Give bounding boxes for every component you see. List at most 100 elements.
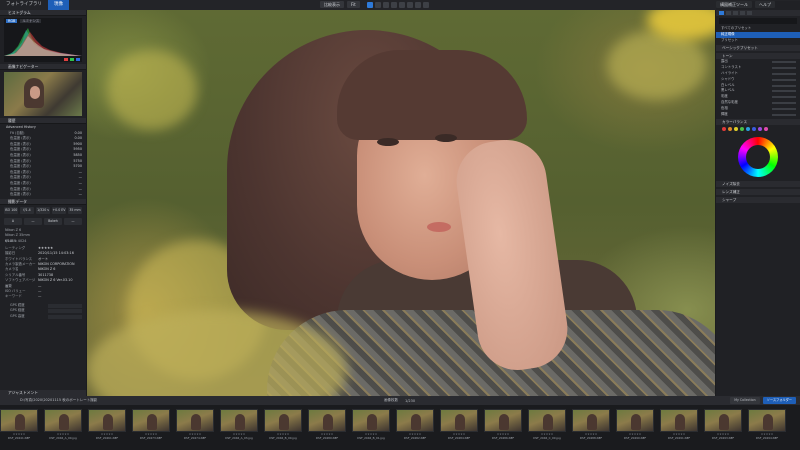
heal-tool-icon[interactable] [398, 1, 405, 8]
tab-library[interactable]: フォトライブラリ [0, 0, 48, 10]
thumbnail-image[interactable] [176, 409, 214, 432]
thumbnail-image[interactable] [704, 409, 742, 432]
thumbnail-image[interactable] [440, 409, 478, 432]
filmstrip-thumbnail[interactable]: ★★★★★ DSF_20484.NEF [440, 409, 478, 450]
thumbnail-image[interactable] [0, 409, 38, 432]
filmstrip-thumbnail[interactable]: ★★★★★ DSF_2046_A_03.jpg [220, 409, 258, 450]
thumbnail-image[interactable] [44, 409, 82, 432]
thumbnail-image[interactable] [88, 409, 126, 432]
slider-track[interactable] [772, 84, 796, 87]
my-collection-button[interactable]: My Collection [730, 397, 760, 404]
color-tab-icon[interactable] [740, 11, 745, 15]
filmstrip-thumbnail[interactable]: ★★★★★ DSF_20493.NEF [704, 409, 742, 450]
filmstrip-thumbnail[interactable]: ★★★★★ DSF_20490.NEF [616, 409, 654, 450]
lens-correction-header[interactable]: レンズ補正 [716, 189, 800, 196]
color-swatch[interactable] [734, 127, 738, 132]
filmstrip-thumbnail[interactable]: ★★★★★ DSF_20441.NEF [0, 409, 38, 450]
color-wheel[interactable] [738, 137, 778, 178]
filmstrip-thumbnail[interactable]: ★★★★★ DSF_20488.NEF [572, 409, 610, 450]
main-photo-canvas[interactable] [87, 10, 715, 396]
tab-edit[interactable]: 現像 [48, 0, 69, 10]
filmstrip-thumbnail[interactable]: ★★★★★ DSF_20461.NEF [88, 409, 126, 450]
navigator-header[interactable]: 画像ナビゲーター [0, 64, 86, 70]
color-swatch[interactable] [722, 127, 726, 132]
history-list: Advanced History Fit (自動) 0.00 色温度 (表示) 0.0… [0, 124, 86, 199]
noise-header[interactable]: ノイズ除去 [716, 181, 800, 188]
basic-presets-header[interactable]: ベーシックプリセット [716, 45, 800, 52]
preset-search-input[interactable] [719, 18, 797, 24]
slider-track[interactable] [772, 72, 796, 75]
adjust-slider-row[interactable]: 輝度 [716, 112, 800, 118]
color-swatch[interactable] [758, 127, 762, 132]
color-swatch[interactable] [752, 127, 756, 132]
rotate-icon[interactable] [422, 1, 429, 8]
histogram-mode-luminance[interactable]: ルミナンス [20, 19, 42, 23]
red-channel-toggle[interactable] [64, 58, 68, 61]
thumbnail-image[interactable] [308, 409, 346, 432]
presets-tab-icon[interactable] [719, 11, 724, 15]
preset-item[interactable]: プリセット [716, 38, 800, 44]
crop-tool-icon[interactable] [374, 1, 381, 8]
geometry-button[interactable]: 構図補正ツール [716, 1, 752, 8]
thumbnail-image[interactable] [396, 409, 434, 432]
color-swatch[interactable] [740, 127, 744, 132]
slider-track[interactable] [772, 61, 796, 64]
help-button[interactable]: ヘルプ [755, 1, 775, 8]
filmstrip-thumbnail[interactable]: ★★★★★ DSF_20480.NEF [308, 409, 346, 450]
slider-track[interactable] [772, 107, 796, 110]
mode-summary: A — Bokeh — [0, 216, 86, 227]
zoom-select[interactable]: Fit [347, 1, 360, 8]
navigator-thumbnail[interactable] [4, 72, 82, 116]
filmstrip-thumbnail[interactable]: ★★★★★ DSF_2046_B_00.jpg [264, 409, 302, 450]
gps-field[interactable] [48, 303, 82, 308]
compare-button[interactable]: 比較表示 [320, 1, 344, 8]
history-item[interactable]: 色温度 (表示) — [4, 192, 82, 198]
thumbnail-image[interactable] [132, 409, 170, 432]
slider-track[interactable] [772, 113, 796, 116]
filmstrip-thumbnail[interactable]: ★★★★★ DSF_20473.NEF [132, 409, 170, 450]
filmstrip-thumbnail[interactable]: ★★★★★ DSF_20491.NEF [660, 409, 698, 450]
detail-tab-icon[interactable] [747, 11, 752, 15]
filmstrip-thumbnail[interactable]: ★★★★★ DSF_2046_A_00.jpg [44, 409, 82, 450]
thumbnail-image[interactable] [528, 409, 566, 432]
brush-tool-icon[interactable] [382, 1, 389, 8]
thumbnail-image[interactable] [616, 409, 654, 432]
thumbnail-image[interactable] [352, 409, 390, 432]
gradient-tool-icon[interactable] [390, 1, 397, 8]
filmstrip-thumbnail[interactable]: ★★★★★ DSF_2046_C_00.jpg [528, 409, 566, 450]
slider-track[interactable] [772, 67, 796, 70]
blue-channel-toggle[interactable] [76, 58, 80, 61]
slider-track[interactable] [772, 78, 796, 81]
mask-tool-icon[interactable] [414, 1, 421, 8]
gps-label: GPS 高度 [10, 313, 25, 318]
slider-track[interactable] [772, 101, 796, 104]
green-channel-toggle[interactable] [70, 58, 74, 61]
thumbnail-image[interactable] [748, 409, 786, 432]
local-tab-icon[interactable] [733, 11, 738, 15]
thumbnail-image[interactable] [572, 409, 610, 432]
histogram-mode-rgb[interactable]: RGB [6, 19, 18, 23]
filmstrip-thumbnail[interactable]: ★★★★★ DSF_2046_B_01.jpg [352, 409, 390, 450]
thumbnail-image[interactable] [660, 409, 698, 432]
filmstrip-thumbnail[interactable]: ★★★★★ DSF_20482.NEF [396, 409, 434, 450]
eyedropper-icon[interactable] [406, 1, 413, 8]
color-swatch[interactable] [746, 127, 750, 132]
color-swatch[interactable] [764, 127, 768, 132]
slider-track[interactable] [772, 90, 796, 93]
thumbnail-image[interactable] [264, 409, 302, 432]
source-folder-button[interactable]: ソースフォルダー [762, 397, 796, 404]
thumbnail-image[interactable] [484, 409, 522, 432]
histogram-header[interactable]: ヒストグラム [0, 10, 86, 16]
filmstrip-thumbnail[interactable]: ★★★★★ DSF_20494.NEF [748, 409, 786, 450]
gps-field[interactable] [48, 314, 82, 319]
filmstrip-thumbnail[interactable]: ★★★★★ DSF_20486.NEF [484, 409, 522, 450]
adjust-tab-icon[interactable] [726, 11, 731, 15]
color-swatch[interactable] [728, 127, 732, 132]
sharpen-header[interactable]: シャープ [716, 197, 800, 204]
slider-track[interactable] [772, 96, 796, 99]
select-tool-icon[interactable] [366, 1, 373, 8]
filmstrip-thumbnail[interactable]: ★★★★★ DSF_20474.NEF [176, 409, 214, 450]
thumbnail-image[interactable] [220, 409, 258, 432]
gps-field[interactable] [48, 309, 82, 314]
thumbnail-filename: DSF_20486.NEF [491, 436, 515, 440]
